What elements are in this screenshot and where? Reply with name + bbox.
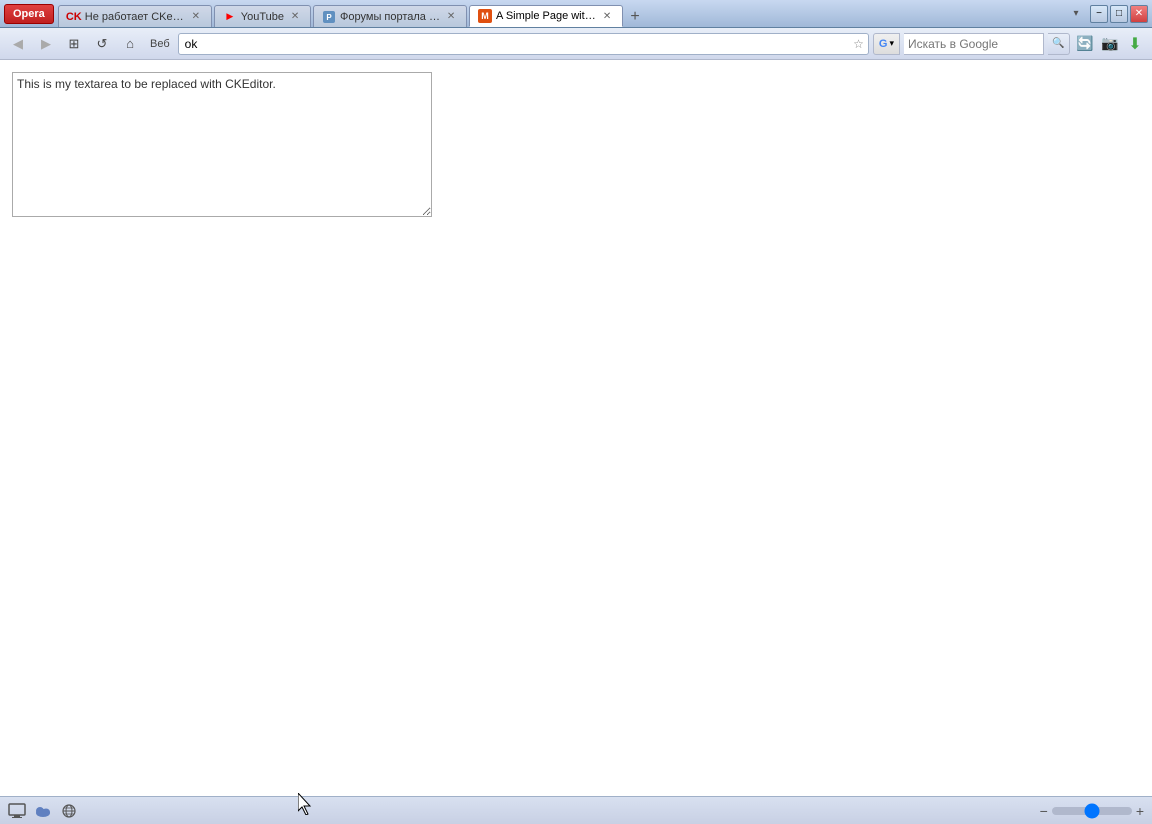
back-button[interactable]: ◀ — [6, 32, 30, 56]
web-label: Веб — [146, 38, 174, 50]
tab-php-close[interactable]: ✕ — [444, 10, 458, 24]
search-area: G ▾ 🔍 — [873, 33, 1070, 55]
tab-php-favicon: P — [322, 10, 336, 24]
home-icon: ⌂ — [126, 36, 134, 51]
new-tab-button[interactable]: + — [625, 7, 645, 27]
address-input[interactable] — [185, 37, 862, 51]
address-bar[interactable]: ☆ — [178, 33, 869, 55]
search-go-button[interactable]: 🔍 — [1048, 33, 1070, 55]
zoom-control: − + — [1040, 803, 1144, 819]
tab-youtube-label: YouTube — [241, 11, 284, 23]
google-icon: G — [879, 38, 888, 50]
statusbar: − + — [0, 796, 1152, 824]
camera-icon: 📷 — [1101, 35, 1118, 52]
tab-youtube[interactable]: ▶ YouTube ✕ — [214, 5, 311, 27]
svg-text:M: M — [481, 11, 489, 21]
zoom-slider[interactable] — [1052, 807, 1132, 815]
minimize-icon: − — [1096, 8, 1102, 19]
toolbar: ◀ ▶ ⊞ ↺ ⌂ Веб ☆ G ▾ 🔍 🔄 📷 — [0, 28, 1152, 60]
tab-ckeditor-label: Не работает CKeditor ... — [85, 11, 185, 23]
maximize-button[interactable]: □ — [1110, 5, 1128, 23]
download-icon-button[interactable]: ⬇ — [1124, 33, 1146, 55]
home-button[interactable]: ⌂ — [118, 32, 142, 56]
page-content: This is my textarea to be replaced with … — [0, 60, 1152, 232]
browser-viewport: This is my textarea to be replaced with … — [0, 60, 1152, 796]
tab-php[interactable]: P Форумы портала PHP... ✕ — [313, 5, 467, 27]
statusbar-right: − + — [1040, 803, 1144, 819]
svg-text:P: P — [326, 13, 332, 22]
search-input[interactable] — [904, 33, 1044, 55]
statusbar-globe-icon[interactable] — [60, 802, 78, 820]
page-textarea[interactable]: This is my textarea to be replaced with … — [12, 72, 432, 217]
close-icon: ✕ — [1135, 8, 1143, 19]
reload-icon: ↺ — [97, 36, 108, 52]
forward-icon: ▶ — [41, 36, 51, 52]
opera-logo: Opera — [13, 8, 45, 20]
forward-button[interactable]: ▶ — [34, 32, 58, 56]
camera-icon-button[interactable]: 📷 — [1099, 33, 1121, 55]
statusbar-cloud-icon[interactable] — [34, 802, 52, 820]
tabs-container: CK Не работает CKeditor ... ✕ ▶ YouTube … — [58, 0, 1066, 27]
window-controls: − □ ✕ — [1090, 5, 1148, 23]
speed-dial-icon: ⊞ — [69, 36, 80, 52]
refresh-icon: 🔄 — [1076, 35, 1093, 52]
zoom-in-button[interactable]: + — [1136, 803, 1144, 819]
tab-active-label: A Simple Page with CK... — [496, 10, 596, 22]
search-engine-button[interactable]: G ▾ — [873, 33, 900, 55]
tab-active-favicon: M — [478, 9, 492, 23]
addressbar-area: Веб ☆ — [146, 33, 869, 55]
statusbar-left — [8, 802, 78, 820]
download-icon: ⬇ — [1128, 34, 1141, 54]
zoom-out-button[interactable]: − — [1040, 803, 1048, 819]
opera-menu-button[interactable]: Opera — [4, 4, 54, 24]
tab-youtube-favicon: ▶ — [223, 10, 237, 24]
toolbar-right-buttons: 🔄 📷 ⬇ — [1074, 33, 1146, 55]
bookmark-star-icon[interactable]: ☆ — [853, 37, 864, 51]
titlebar: Opera CK Не работает CKeditor ... ✕ ▶ Yo… — [0, 0, 1152, 28]
tab-ckeditor[interactable]: CK Не работает CKeditor ... ✕ — [58, 5, 212, 27]
search-engine-dropdown-icon: ▾ — [889, 38, 894, 49]
tabs-dropdown-button[interactable]: ▾ — [1066, 4, 1086, 24]
close-button[interactable]: ✕ — [1130, 5, 1148, 23]
refresh-icon-button[interactable]: 🔄 — [1074, 33, 1096, 55]
statusbar-monitor-icon[interactable] — [8, 802, 26, 820]
tab-youtube-close[interactable]: ✕ — [288, 10, 302, 24]
tab-active-close[interactable]: ✕ — [600, 9, 614, 23]
search-go-icon: 🔍 — [1052, 38, 1064, 49]
reload-button[interactable]: ↺ — [90, 32, 114, 56]
tab-active[interactable]: M A Simple Page with CK... ✕ — [469, 5, 623, 27]
speed-dial-button[interactable]: ⊞ — [62, 32, 86, 56]
minimize-button[interactable]: − — [1090, 5, 1108, 23]
back-icon: ◀ — [13, 36, 23, 52]
tab-php-label: Форумы портала PHP... — [340, 11, 440, 23]
tab-ckeditor-favicon: CK — [67, 10, 81, 24]
maximize-icon: □ — [1116, 8, 1122, 19]
tab-ckeditor-close[interactable]: ✕ — [189, 10, 203, 24]
